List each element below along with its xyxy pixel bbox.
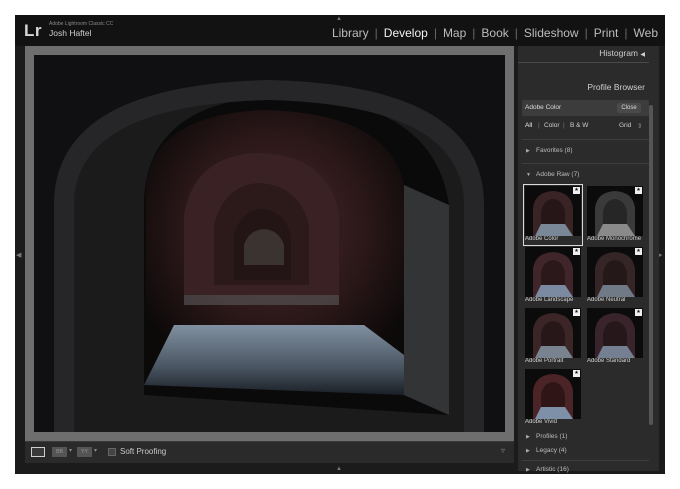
module-library[interactable]: Library <box>331 26 370 40</box>
loupe-view-button[interactable] <box>31 447 45 457</box>
photo-preview[interactable] <box>34 55 505 432</box>
module-web[interactable]: Web <box>633 26 659 40</box>
chevron-down-icon[interactable]: ▾ <box>94 447 97 454</box>
triangle-right-icon: ▶ <box>526 467 530 473</box>
divider <box>522 139 649 140</box>
group-profiles[interactable]: ▶ Profiles (1) <box>526 433 567 440</box>
lightroom-logo: Lr <box>24 21 42 40</box>
filter-all[interactable]: All <box>525 122 532 129</box>
toolbar: BB ▾ YY ▾ Soft Proofing ▿ <box>25 441 514 463</box>
module-print[interactable]: Print <box>593 26 620 40</box>
profile-name: Adobe Color <box>525 236 559 242</box>
profile-browser-title: Profile Browser <box>587 82 645 92</box>
right-panel: Histogram ◀ Profile Browser Adobe Color … <box>518 46 659 473</box>
module-separator: | <box>433 26 437 40</box>
histogram-header[interactable]: Histogram ◀ <box>518 46 649 60</box>
triangle-down-icon: ▼ <box>526 172 531 178</box>
before-after-split-button[interactable]: YY <box>77 447 92 457</box>
profile-name: Adobe Vivid <box>525 419 557 425</box>
bottom-panel-toggle-icon[interactable]: ▲ <box>336 466 342 472</box>
module-separator: | <box>624 26 628 40</box>
filter-bw[interactable]: B & W <box>570 122 588 129</box>
current-profile-name: Adobe Color <box>525 104 562 111</box>
group-favorites[interactable]: ▶ Favorites (8) <box>526 147 572 154</box>
profile-name: Adobe Landscape <box>525 297 574 303</box>
group-artistic[interactable]: ▶ Artistic (16) <box>526 466 569 473</box>
module-develop[interactable]: Develop <box>383 26 429 40</box>
current-profile-bar: Adobe Color Close <box>522 100 649 116</box>
module-separator: | <box>514 26 518 40</box>
right-panel-scrollbar[interactable] <box>649 105 653 425</box>
module-separator: | <box>374 26 378 40</box>
profile-name: Adobe Neutral <box>587 297 626 303</box>
view-mode-grid[interactable]: Grid <box>619 122 631 129</box>
loupe-view <box>25 46 514 441</box>
profile-thumb-adobe-landscape[interactable]: ★ Adobe Landscape <box>524 246 582 306</box>
profile-thumb-adobe-portrait[interactable]: ★ Adobe Portrait <box>524 307 582 367</box>
top-panel-toggle-icon[interactable]: ▲ <box>336 16 342 22</box>
profile-thumb-adobe-monochrome[interactable]: ★ Adobe Monochrome <box>586 185 644 245</box>
divider <box>522 163 649 164</box>
before-after-button[interactable]: BB <box>52 447 67 457</box>
close-profile-browser-button[interactable]: Close <box>617 103 641 113</box>
triangle-right-icon: ▶ <box>526 434 530 440</box>
triangle-right-icon: ▶ <box>526 448 530 454</box>
filter-separator: | <box>563 122 565 129</box>
module-book[interactable]: Book <box>480 26 509 40</box>
histogram-label: Histogram <box>599 48 638 58</box>
favorite-star-icon[interactable]: ★ <box>635 248 642 255</box>
divider <box>518 62 649 63</box>
soft-proofing-label: Soft Proofing <box>120 447 167 456</box>
profile-thumb-adobe-neutral[interactable]: ★ Adobe Neutral <box>586 246 644 306</box>
tunnel-photo <box>34 55 505 432</box>
triangle-right-icon: ▶ <box>526 148 530 154</box>
profile-thumb-adobe-standard[interactable]: ★ Adobe Standard <box>586 307 644 367</box>
updown-arrows-icon[interactable]: ⇕ <box>637 122 642 130</box>
profile-thumb-adobe-color[interactable]: ★ Adobe Color <box>523 184 583 246</box>
app-name: Adobe Lightroom Classic CC <box>49 21 114 27</box>
favorite-star-icon[interactable]: ★ <box>573 309 580 316</box>
profile-name: Adobe Portrait <box>525 358 564 364</box>
favorite-star-icon[interactable]: ★ <box>573 248 580 255</box>
user-name: Josh Haftel <box>49 28 92 38</box>
chevron-down-icon[interactable]: ▾ <box>69 447 72 454</box>
module-slideshow[interactable]: Slideshow <box>523 26 580 40</box>
soft-proofing-checkbox[interactable] <box>108 448 116 456</box>
group-legacy[interactable]: ▶ Legacy (4) <box>526 447 567 454</box>
module-separator: | <box>584 26 588 40</box>
filter-color[interactable]: Color <box>544 122 560 129</box>
favorite-star-icon[interactable]: ★ <box>573 370 580 377</box>
lightroom-window: Lr Adobe Lightroom Classic CC Josh Hafte… <box>15 15 665 474</box>
profile-filter-bar: All | Color | B & W Grid ⇕ <box>522 120 649 134</box>
filter-separator: | <box>538 122 540 129</box>
favorite-star-icon[interactable]: ★ <box>635 187 642 194</box>
module-picker: Library | Develop | Map | Book | Slidesh… <box>331 26 659 40</box>
module-separator: | <box>472 26 476 40</box>
profile-name: Adobe Monochrome <box>587 236 642 242</box>
profile-thumb-adobe-vivid[interactable]: ★ Adobe Vivid <box>524 368 582 428</box>
divider <box>522 460 649 461</box>
favorite-star-icon[interactable]: ★ <box>635 309 642 316</box>
group-adobe-raw[interactable]: ▼ Adobe Raw (7) <box>526 171 579 178</box>
module-map[interactable]: Map <box>442 26 467 40</box>
favorite-star-icon[interactable]: ★ <box>573 187 580 194</box>
toolbar-menu-icon[interactable]: ▿ <box>501 446 505 455</box>
left-panel-toggle-icon[interactable]: ◀ <box>16 251 21 259</box>
triangle-left-icon: ◀ <box>640 52 645 58</box>
profile-name: Adobe Standard <box>587 358 631 364</box>
